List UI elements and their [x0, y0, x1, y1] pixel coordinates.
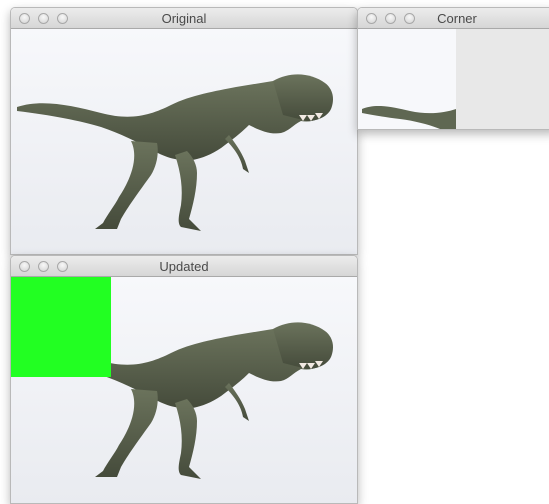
updated-window[interactable]: Updated	[10, 255, 358, 504]
corner-window-title: Corner	[437, 11, 477, 26]
original-window[interactable]: Original	[10, 7, 358, 255]
corner-titlebar[interactable]: Corner	[358, 8, 549, 29]
updated-titlebar[interactable]: Updated	[11, 256, 357, 277]
green-overlay-rect	[11, 277, 111, 377]
original-titlebar[interactable]: Original	[11, 8, 357, 29]
original-window-title: Original	[161, 11, 207, 26]
corner-image	[358, 29, 549, 129]
updated-window-title: Updated	[159, 259, 209, 274]
corner-window[interactable]: Corner	[357, 7, 549, 130]
original-image	[11, 29, 357, 254]
updated-image	[11, 277, 357, 503]
